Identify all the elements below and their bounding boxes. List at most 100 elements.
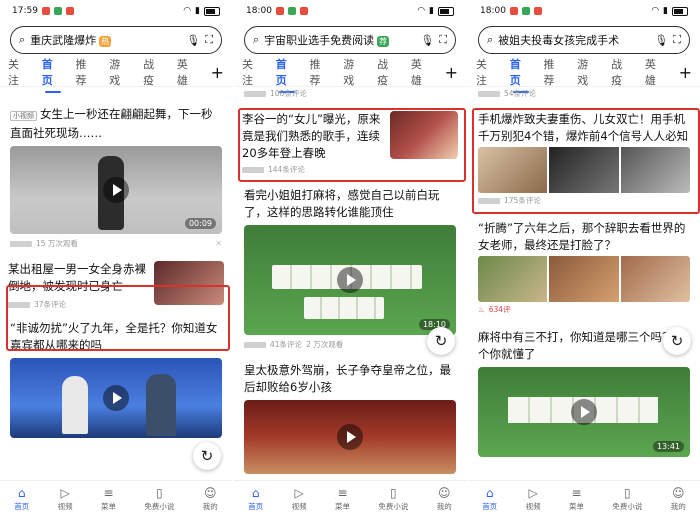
home-icon: ⌂ xyxy=(485,485,494,500)
refresh-button[interactable]: ↻ xyxy=(663,327,691,355)
tab-recommend[interactable]: 推荐 xyxy=(310,56,332,88)
tab-recommend[interactable]: 推荐 xyxy=(76,56,98,88)
nav-menu[interactable]: ≡ 菜单 xyxy=(569,487,584,512)
notification-icon xyxy=(53,7,62,15)
feed-item-title[interactable]: 看完小姐姐打麻将，感觉自己以前白玩了，这样的思路转化谁能顶住 xyxy=(234,187,466,221)
search-query: 重庆武隆爆炸 xyxy=(30,34,97,47)
microphone-icon[interactable]: 🎙 xyxy=(420,34,434,47)
tab-heroes[interactable]: 英雄 xyxy=(411,56,433,88)
highlight-box xyxy=(472,108,700,214)
news-thumbnail[interactable] xyxy=(478,256,548,302)
nav-home[interactable]: ⌂ 首页 xyxy=(14,487,29,512)
play-icon[interactable] xyxy=(103,177,129,203)
tab-follow[interactable]: 关注 xyxy=(242,56,264,88)
nav-video[interactable]: ▷ 视频 xyxy=(292,487,307,512)
hot-tag: 热 xyxy=(99,36,112,47)
book-icon: ▯ xyxy=(624,485,631,500)
add-tab-icon[interactable]: + xyxy=(679,63,692,82)
menu-icon: ≡ xyxy=(103,485,114,500)
search-bar[interactable]: ⌕ 宇宙职业选手免费阅读荐 🎙 ⛶ xyxy=(244,26,456,54)
feed-item-meta: 54条评论 xyxy=(468,88,700,99)
book-icon: ▯ xyxy=(390,485,397,500)
notification-icon xyxy=(287,7,296,15)
clock: 17:59 xyxy=(12,6,38,16)
search-bar[interactable]: ⌕ 重庆武隆爆炸热 🎙 ⛶ xyxy=(10,26,222,54)
play-icon[interactable] xyxy=(103,385,129,411)
tab-epidemic[interactable]: 战疫 xyxy=(377,56,399,88)
video-thumbnail[interactable]: 18:10 xyxy=(244,225,456,335)
fire-icon: ♨ xyxy=(478,305,485,314)
video-duration: 13:41 xyxy=(652,441,684,452)
nav-profile[interactable]: ☺ 我的 xyxy=(671,487,686,512)
nav-video[interactable]: ▷ 视频 xyxy=(58,487,73,512)
tab-games[interactable]: 游戏 xyxy=(109,56,131,88)
profile-icon: ☺ xyxy=(437,485,451,500)
add-tab-icon[interactable]: + xyxy=(211,63,224,82)
video-thumbnail[interactable]: 13:41 xyxy=(478,367,690,457)
tab-heroes[interactable]: 英雄 xyxy=(645,56,667,88)
tab-games[interactable]: 游戏 xyxy=(343,56,365,88)
nav-novels[interactable]: ▯ 免费小说 xyxy=(612,487,642,512)
news-thumbnail[interactable] xyxy=(549,256,619,302)
nav-home[interactable]: ⌂ 首页 xyxy=(248,487,263,512)
tab-epidemic[interactable]: 战疫 xyxy=(143,56,165,88)
play-icon[interactable] xyxy=(337,424,363,450)
news-thumbnail[interactable] xyxy=(620,256,690,302)
status-bar: 17:59 ◠ ▮ xyxy=(0,0,232,22)
phone-screen-1: 17:59 ◠ ▮ ⌕ 重庆武隆爆炸热 🎙 ⛶ 关注 首页 推荐 游戏 战疫 英雄… xyxy=(0,0,232,517)
video-icon: ▷ xyxy=(294,485,304,500)
scan-icon[interactable]: ⛶ xyxy=(439,33,447,47)
nav-novels[interactable]: ▯ 免费小说 xyxy=(378,487,408,512)
tab-home[interactable]: 首页 xyxy=(276,56,298,93)
play-icon[interactable] xyxy=(571,399,597,425)
signal-icon: ▮ xyxy=(429,6,434,16)
scan-icon[interactable]: ⛶ xyxy=(205,33,213,47)
tab-home[interactable]: 首页 xyxy=(510,56,532,93)
refresh-button[interactable]: ↻ xyxy=(193,442,221,470)
phone-screen-2: 18:00 ◠ ▮ ⌕ 宇宙职业选手免费阅读荐 🎙 ⛶ 关注 首页 推荐 游戏 战… xyxy=(234,0,466,517)
play-icon[interactable] xyxy=(337,267,363,293)
book-icon: ▯ xyxy=(156,485,163,500)
add-tab-icon[interactable]: + xyxy=(445,63,458,82)
feed-item-title[interactable]: “折腾”了六年之后，那个辞职去看世界的女老师，最终还是打脸了？ xyxy=(468,220,700,254)
nav-home[interactable]: ⌂ 首页 xyxy=(482,487,497,512)
notification-icon xyxy=(65,7,74,15)
dismiss-icon[interactable]: ✕ xyxy=(215,239,222,248)
microphone-icon[interactable]: 🎙 xyxy=(654,34,668,47)
video-thumbnail[interactable] xyxy=(10,358,222,438)
notification-icon xyxy=(41,7,50,15)
feed-item-title[interactable]: 皇太极意外驾崩，长子争夺皇帝之位，最后却败给6岁小孩 xyxy=(234,362,466,396)
profile-icon: ☺ xyxy=(203,485,217,500)
search-bar[interactable]: ⌕ 被姐夫投毒女孩完成手术 🎙 ⛶ xyxy=(478,26,690,54)
feed-item-meta: 108条评论 xyxy=(234,88,466,99)
tab-recommend[interactable]: 推荐 xyxy=(544,56,566,88)
video-thumbnail[interactable]: 00:09 xyxy=(10,146,222,234)
refresh-button[interactable]: ↻ xyxy=(427,327,455,355)
nav-profile[interactable]: ☺ 我的 xyxy=(203,487,218,512)
video-thumbnail[interactable] xyxy=(244,400,456,474)
notification-icon xyxy=(299,7,308,15)
clock: 18:00 xyxy=(480,6,506,16)
nav-video[interactable]: ▷ 视频 xyxy=(526,487,541,512)
battery-icon xyxy=(204,6,220,16)
nav-profile[interactable]: ☺ 我的 xyxy=(437,487,452,512)
content-badge: 小视频 xyxy=(10,111,37,121)
signal-icon: ▮ xyxy=(195,6,200,16)
channel-tabs: 关注 首页 推荐 游戏 战疫 英雄 + xyxy=(468,56,700,93)
image-row[interactable] xyxy=(468,254,700,304)
nav-novels[interactable]: ▯ 免费小说 xyxy=(144,487,174,512)
tab-follow[interactable]: 关注 xyxy=(476,56,498,88)
tab-epidemic[interactable]: 战疫 xyxy=(611,56,633,88)
channel-tabs: 关注 首页 推荐 游戏 战疫 英雄 + xyxy=(0,56,232,93)
scan-icon[interactable]: ⛶ xyxy=(673,33,681,47)
feed-item-title[interactable]: 小视频 女生上一秒还在翩翩起舞，下一秒直面社死现场…… xyxy=(0,106,232,142)
tab-follow[interactable]: 关注 xyxy=(8,56,30,88)
tab-heroes[interactable]: 英雄 xyxy=(177,56,199,88)
bottom-navigation: ⌂ 首页 ▷ 视频 ≡ 菜单 ▯ 免费小说 ☺ 我的 xyxy=(0,480,232,517)
tab-games[interactable]: 游戏 xyxy=(577,56,599,88)
nav-menu[interactable]: ≡ 菜单 xyxy=(101,487,116,512)
nav-menu[interactable]: ≡ 菜单 xyxy=(335,487,350,512)
microphone-icon[interactable]: 🎙 xyxy=(186,34,200,47)
notification-icon xyxy=(275,7,284,15)
tab-home[interactable]: 首页 xyxy=(42,56,64,93)
